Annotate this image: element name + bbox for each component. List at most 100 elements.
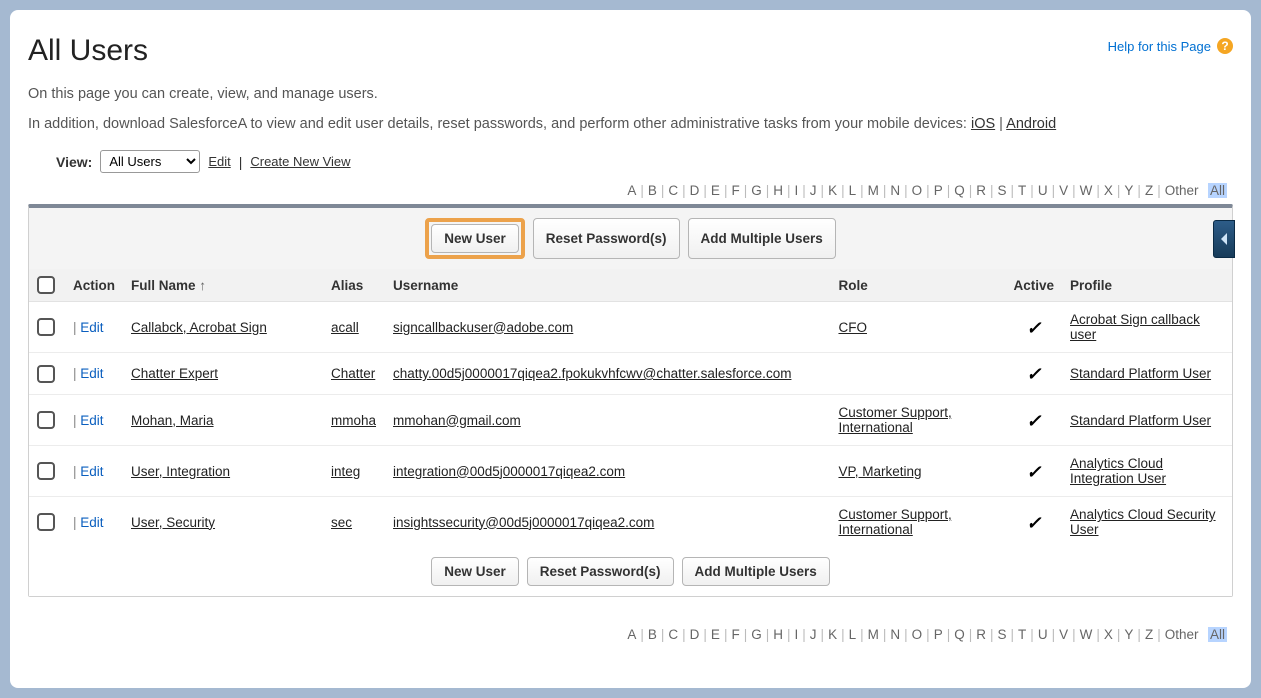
row-checkbox[interactable] (37, 411, 55, 429)
alpha-letter-F[interactable]: F (729, 627, 741, 642)
username-link[interactable]: integration@00d5j0000017qiqea2.com (393, 464, 625, 479)
role-link[interactable]: CFO (838, 320, 867, 335)
alpha-letter-G[interactable]: G (749, 627, 764, 642)
alpha-letter-L[interactable]: L (847, 627, 859, 642)
edit-link[interactable]: Edit (80, 413, 103, 428)
alpha-letter-C[interactable]: C (666, 627, 680, 642)
col-role[interactable]: Role (830, 269, 1005, 302)
alpha-letter-M[interactable]: M (866, 627, 881, 642)
row-checkbox[interactable] (37, 318, 55, 336)
alpha-letter-N[interactable]: N (888, 627, 902, 642)
role-link[interactable]: Customer Support, International (838, 405, 951, 435)
help-icon[interactable]: ? (1217, 38, 1233, 54)
alpha-letter-B[interactable]: B (646, 627, 659, 642)
edit-link[interactable]: Edit (80, 515, 103, 530)
col-active[interactable]: Active (1005, 269, 1062, 302)
alpha-letter-U[interactable]: U (1036, 627, 1050, 642)
username-link[interactable]: mmohan@gmail.com (393, 413, 521, 428)
row-checkbox[interactable] (37, 513, 55, 531)
alias-link[interactable]: integ (331, 464, 360, 479)
alpha-letter-Q[interactable]: Q (952, 627, 967, 642)
alpha-letter-V[interactable]: V (1057, 627, 1070, 642)
alias-link[interactable]: acall (331, 320, 359, 335)
edit-view-link[interactable]: Edit (208, 154, 230, 169)
alpha-letter-V[interactable]: V (1057, 183, 1070, 198)
reset-password-button-bottom[interactable]: Reset Password(s) (527, 557, 674, 586)
alpha-other[interactable]: Other (1163, 183, 1201, 198)
col-profile[interactable]: Profile (1062, 269, 1232, 302)
alpha-letter-O[interactable]: O (910, 183, 925, 198)
edit-link[interactable]: Edit (80, 366, 103, 381)
col-username[interactable]: Username (385, 269, 830, 302)
col-full-name[interactable]: Full Name (123, 269, 323, 302)
alpha-letter-Q[interactable]: Q (952, 183, 967, 198)
alpha-letter-T[interactable]: T (1016, 627, 1028, 642)
alpha-all[interactable]: All (1208, 183, 1227, 198)
alpha-letter-T[interactable]: T (1016, 183, 1028, 198)
alpha-letter-P[interactable]: P (932, 183, 945, 198)
row-checkbox[interactable] (37, 365, 55, 383)
alpha-letter-X[interactable]: X (1102, 627, 1115, 642)
full-name-link[interactable]: Chatter Expert (131, 366, 218, 381)
alpha-letter-A[interactable]: A (625, 183, 638, 198)
username-link[interactable]: insightssecurity@00d5j0000017qiqea2.com (393, 515, 654, 530)
ios-link[interactable]: iOS (971, 116, 995, 132)
view-select[interactable]: All Users (100, 150, 200, 173)
alpha-letter-S[interactable]: S (996, 183, 1009, 198)
help-link[interactable]: Help for this Page (1108, 39, 1211, 54)
add-multiple-users-button-bottom[interactable]: Add Multiple Users (682, 557, 830, 586)
alpha-letter-W[interactable]: W (1078, 627, 1095, 642)
alpha-letter-B[interactable]: B (646, 183, 659, 198)
alpha-letter-G[interactable]: G (749, 183, 764, 198)
full-name-link[interactable]: User, Integration (131, 464, 230, 479)
android-link[interactable]: Android (1006, 116, 1056, 132)
alpha-letter-R[interactable]: R (974, 183, 988, 198)
alpha-letter-Y[interactable]: Y (1122, 183, 1135, 198)
alpha-letter-J[interactable]: J (808, 627, 819, 642)
new-user-button[interactable]: New User (431, 224, 519, 253)
alpha-letter-C[interactable]: C (666, 183, 680, 198)
create-view-link[interactable]: Create New View (250, 154, 350, 169)
alpha-letter-Y[interactable]: Y (1122, 627, 1135, 642)
alpha-letter-M[interactable]: M (866, 183, 881, 198)
alpha-letter-P[interactable]: P (932, 627, 945, 642)
full-name-link[interactable]: Callabck, Acrobat Sign (131, 320, 267, 335)
profile-link[interactable]: Standard Platform User (1070, 366, 1211, 381)
alpha-letter-D[interactable]: D (688, 183, 702, 198)
edit-link[interactable]: Edit (80, 320, 103, 335)
alias-link[interactable]: sec (331, 515, 352, 530)
profile-link[interactable]: Analytics Cloud Integration User (1070, 456, 1166, 486)
role-link[interactable]: Customer Support, International (838, 507, 951, 537)
alpha-letter-L[interactable]: L (847, 183, 859, 198)
col-action[interactable]: Action (65, 269, 123, 302)
profile-link[interactable]: Acrobat Sign callback user (1070, 312, 1200, 342)
reset-password-button[interactable]: Reset Password(s) (533, 218, 680, 259)
slide-panel-toggle[interactable] (1213, 220, 1235, 258)
alpha-letter-O[interactable]: O (910, 627, 925, 642)
alpha-letter-R[interactable]: R (974, 627, 988, 642)
alpha-letter-N[interactable]: N (888, 183, 902, 198)
username-link[interactable]: signcallbackuser@adobe.com (393, 320, 573, 335)
alpha-other[interactable]: Other (1163, 627, 1201, 642)
full-name-link[interactable]: Mohan, Maria (131, 413, 214, 428)
alpha-letter-E[interactable]: E (709, 627, 722, 642)
profile-link[interactable]: Analytics Cloud Security User (1070, 507, 1216, 537)
alpha-letter-U[interactable]: U (1036, 183, 1050, 198)
select-all-checkbox[interactable] (37, 276, 55, 294)
alpha-letter-X[interactable]: X (1102, 183, 1115, 198)
alpha-all[interactable]: All (1208, 627, 1227, 642)
profile-link[interactable]: Standard Platform User (1070, 413, 1211, 428)
alpha-letter-K[interactable]: K (826, 183, 839, 198)
alpha-letter-W[interactable]: W (1078, 183, 1095, 198)
alpha-letter-J[interactable]: J (808, 183, 819, 198)
role-link[interactable]: VP, Marketing (838, 464, 921, 479)
alpha-letter-F[interactable]: F (729, 183, 741, 198)
edit-link[interactable]: Edit (80, 464, 103, 479)
alpha-letter-K[interactable]: K (826, 627, 839, 642)
row-checkbox[interactable] (37, 462, 55, 480)
full-name-link[interactable]: User, Security (131, 515, 215, 530)
alias-link[interactable]: Chatter (331, 366, 375, 381)
alpha-letter-E[interactable]: E (709, 183, 722, 198)
alpha-letter-H[interactable]: H (771, 183, 785, 198)
alpha-letter-H[interactable]: H (771, 627, 785, 642)
